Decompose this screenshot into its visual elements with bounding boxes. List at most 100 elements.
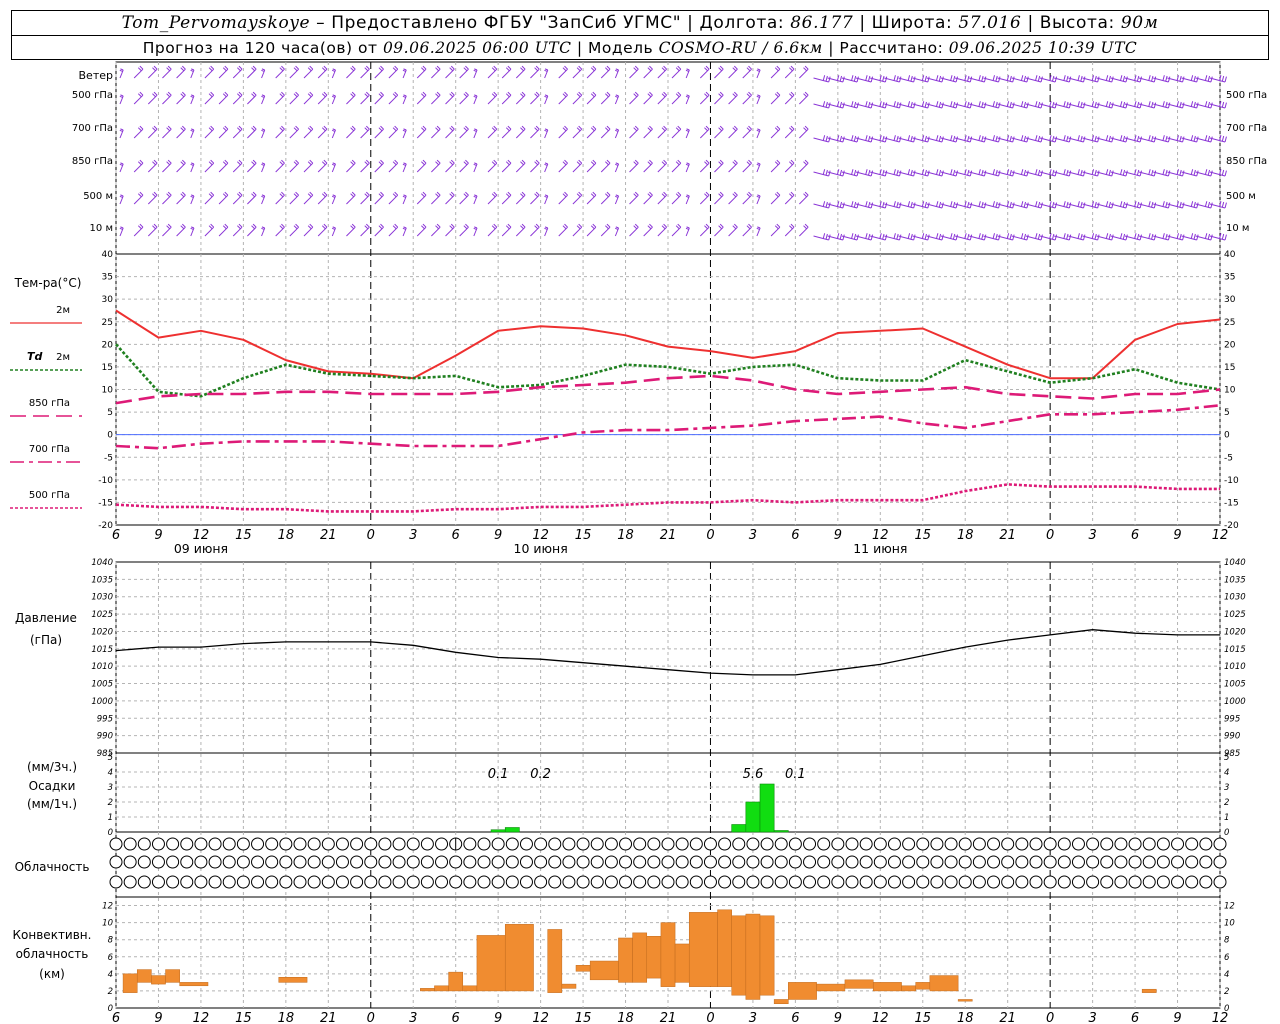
convective-bar (844, 979, 874, 989)
cloud-symbol-outline (307, 837, 321, 851)
cloud-cover-symbol (803, 855, 817, 869)
wind-barb-flag (190, 69, 194, 72)
wind-barb (898, 135, 916, 143)
wind-barb-flag (190, 95, 194, 98)
wind-level-label: 500 гПа (1226, 90, 1267, 101)
wind-barb-flag (535, 223, 540, 228)
wind-barb-flag (1120, 75, 1123, 81)
wind-barb (657, 223, 667, 237)
wind-barb (473, 68, 478, 79)
wind-barb-flag (520, 225, 524, 230)
wind-barb (1110, 101, 1128, 109)
wind-barb (841, 135, 859, 143)
cloud-symbol-outline (321, 855, 335, 869)
precip-axis-tick: 1 (108, 813, 113, 823)
wind-barb-flag (967, 233, 970, 240)
wind-barb-flag (677, 125, 682, 130)
wind-barb (870, 75, 888, 83)
cloud-cover-symbol (534, 855, 548, 869)
cloud-symbol-outline (251, 875, 265, 889)
wind-barb-flag (321, 93, 326, 98)
wind-barb (940, 75, 959, 83)
wind-barb (997, 169, 1015, 177)
wind-barb-flag (842, 170, 845, 177)
wind-barb (954, 233, 973, 241)
legend-td-prefix: Td (27, 350, 43, 363)
cloud-symbol-outline (689, 855, 703, 869)
wind-barb-flag (842, 102, 845, 109)
cloud-symbol-outline (519, 875, 533, 889)
cloud-symbol-outline (887, 837, 901, 851)
wind-barb-flag (605, 67, 609, 72)
wind-barb-flag (576, 193, 581, 198)
cloud-symbol-outline (265, 837, 279, 851)
hour-tick-label: 3 (749, 528, 757, 543)
wind-barb-flag (449, 161, 454, 166)
cloud-cover-symbol (222, 875, 236, 889)
wind-barb (416, 223, 427, 237)
wind-barb-flag (1204, 101, 1208, 107)
wind-barb-flag (1077, 101, 1080, 107)
wind-barb-flag (732, 127, 737, 132)
wind-barb (346, 91, 356, 105)
wind-barb-flag (436, 91, 441, 96)
hour-tick-label: 0 (367, 528, 375, 543)
wind-barb-flag (505, 127, 510, 132)
wind-barb (1068, 135, 1086, 143)
cloud-symbol-outline (392, 855, 406, 869)
cloud-symbol-outline (1156, 837, 1170, 851)
wind-barb (742, 91, 752, 105)
wind-barb-flag (210, 159, 215, 164)
cloud-cover-symbol (166, 837, 180, 851)
hour-tick-label: 21 (999, 528, 1016, 543)
wind-barb-flag (166, 67, 171, 72)
wind-barb (275, 125, 285, 139)
wind-barb-flag (733, 125, 738, 130)
wind-barb-flag (507, 191, 512, 196)
hour-tick-label: 0 (367, 1011, 375, 1024)
cloud-cover-symbol (1001, 837, 1015, 851)
wind-barb (784, 65, 795, 79)
wind-barb-flag (776, 223, 781, 228)
wind-barb-flag (224, 91, 229, 96)
wind-barb (600, 223, 611, 237)
cloud-symbol-outline (194, 837, 208, 851)
wind-barb-flag (732, 193, 737, 198)
cloud-cover-symbol (1171, 875, 1185, 889)
cloud-cover-symbol (109, 875, 123, 889)
cloud-symbol-outline (364, 837, 378, 851)
cloud-cover-symbol (1057, 855, 1071, 869)
wind-barb-flag (924, 75, 927, 82)
wind-barb-flag (590, 67, 595, 72)
wind-barb (459, 159, 469, 173)
wind-barb (331, 68, 336, 79)
wind-barb-flag (535, 159, 540, 164)
wind-barb-flag (893, 169, 896, 175)
wind-barb (997, 201, 1015, 209)
hour-tick-label: 21 (320, 528, 337, 543)
wind-barb (983, 233, 1001, 241)
wind-barb (827, 75, 845, 83)
wind-barb (870, 135, 888, 143)
wind-barb-flag (261, 194, 265, 197)
wind-barb-flag (435, 93, 439, 98)
wind-barb-flag (403, 194, 407, 197)
convective-bar (165, 969, 180, 983)
cloud-symbol-outline (1185, 855, 1199, 869)
cloud-symbol-outline (293, 875, 307, 889)
cloud-cover-symbol (1199, 875, 1213, 889)
wind-barb-flag (505, 225, 510, 230)
wind-barb-shaft (728, 194, 738, 205)
wind-barb-flag (562, 161, 567, 166)
wind-barb-flag (615, 128, 619, 131)
wind-barb-flag (1122, 233, 1126, 240)
cloud-cover-symbol (123, 855, 137, 869)
wind-barb-flag (293, 225, 298, 230)
wind-barb-flag (251, 193, 255, 198)
cloud-cover-symbol (463, 837, 477, 851)
pressure-axis-tick: 1010 (1224, 662, 1246, 672)
cloud-cover-symbol (335, 875, 349, 889)
wind-barb (898, 101, 916, 109)
wind-barb (1153, 201, 1171, 209)
wind-barb-flag (493, 223, 498, 228)
